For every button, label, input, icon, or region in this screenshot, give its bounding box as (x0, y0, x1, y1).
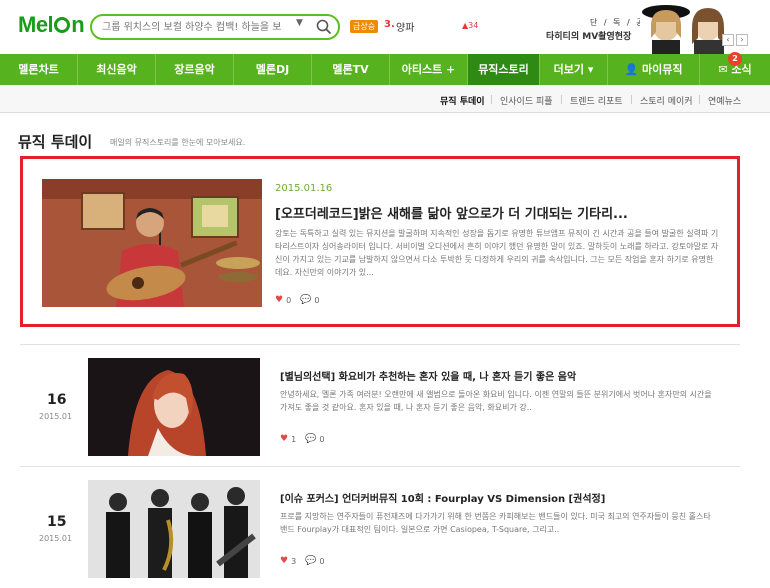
comment-count: 0 (319, 556, 325, 566)
page-title: 뮤직 투데이 (18, 133, 93, 151)
gnb-item-tv[interactable]: 멜론TV (312, 54, 390, 85)
lnb-item-trend-report[interactable]: 트렌드 리포트 (570, 94, 623, 107)
gnb-item-artist[interactable]: 아티스트 + (390, 54, 468, 85)
list-item[interactable]: 16 2015.01 [별님의선택] 화요비가 추천하는 혼자 있을 때, 나 … (20, 348, 740, 466)
story-summary: 프로를 지망하는 연주자들이 퓨전재즈에 다가가기 위해 한 번쯤은 카피해보는… (280, 512, 711, 534)
realtime-rank-change: ▲34 (462, 21, 479, 30)
realtime-keyword-link[interactable]: 양파 (396, 19, 414, 34)
story-meta: ♥ 3 💬 0 (280, 556, 324, 566)
gnb-item-dj[interactable]: 멜론DJ (234, 54, 312, 85)
melon-logo[interactable]: Mel n (18, 12, 85, 38)
lnb-divider (631, 95, 632, 104)
lnb-item-inside-people[interactable]: 인사이드 피플 (500, 94, 553, 107)
search-icon[interactable] (316, 19, 332, 35)
story-thumbnail[interactable] (88, 480, 260, 578)
list-item[interactable]: 15 2015.01 [이슈 포커스] 언더커버뮤직 10회 : Fourpla… (20, 470, 740, 588)
featured-meta: ♥ 0 💬 0 (275, 295, 319, 305)
promo-next-button[interactable]: › (736, 34, 748, 46)
comment-icon[interactable]: 💬 (305, 556, 316, 566)
lnb-divider (561, 95, 562, 104)
promo-artist-image[interactable] (640, 2, 738, 54)
featured-title-link[interactable]: [오프더레코드]밝은 새해를 닮아 앞으로가 더 기대되는 기타리... (275, 203, 725, 222)
comment-count: 0 (314, 295, 320, 305)
like-count: 0 (286, 295, 292, 305)
story-year-month: 2015.01 (39, 534, 73, 543)
story-meta: ♥ 1 💬 0 (280, 434, 324, 444)
lnb-divider (699, 95, 700, 104)
lnb-item-entertainment-news[interactable]: 연예뉴스 (708, 94, 741, 107)
comment-count: 0 (319, 434, 325, 444)
news-count-badge: 2 (728, 52, 742, 66)
story-title-link[interactable]: [별님의선택] 화요비가 추천하는 혼자 있을 때, 나 혼자 듣기 좋은 음악 (280, 368, 576, 383)
search-dropdown-icon[interactable]: ▼ (296, 18, 303, 28)
realtime-rank-number: 3. (384, 19, 395, 30)
heart-icon[interactable]: ♥ (280, 434, 288, 444)
promo-pager: ‹ › (722, 34, 748, 46)
main-navigation: 멜론차트 최신음악 장르음악 멜론DJ 멜론TV 아티스트 + 뮤직스토리 더보… (0, 52, 770, 85)
comment-icon[interactable]: 💬 (300, 295, 311, 305)
gnb-item-chart[interactable]: 멜론차트 (0, 54, 78, 85)
search-box: ▼ (90, 14, 340, 40)
like-count: 3 (291, 556, 297, 566)
promo-prev-button[interactable]: ‹ (722, 34, 734, 46)
story-day: 15 (47, 514, 67, 530)
lnb-item-music-today[interactable]: 뮤직 투데이 (440, 94, 485, 107)
story-title-link[interactable]: [이슈 포커스] 언더커버뮤직 10회 : Fourplay VS Dimens… (280, 490, 605, 505)
gnb-item-more[interactable]: 더보기 ▾ (540, 54, 608, 85)
list-divider (20, 344, 740, 345)
heart-icon[interactable]: ♥ (275, 295, 283, 305)
story-day: 16 (47, 392, 67, 408)
heart-icon[interactable]: ♥ (280, 556, 288, 566)
story-year-month: 2015.01 (39, 412, 73, 421)
story-thumbnail[interactable] (88, 358, 260, 456)
featured-thumbnail[interactable] (42, 179, 262, 307)
featured-story[interactable]: 2015.01.16 [오프더레코드]밝은 새해를 닮아 앞으로가 더 기대되는… (20, 156, 740, 327)
gnb-item-genre[interactable]: 장르음악 (156, 54, 234, 85)
lnb-divider (491, 95, 492, 104)
lnb-item-story-maker[interactable]: 스토리 메이커 (640, 94, 693, 107)
promo-title-link[interactable]: 타히티의 MV촬영현장 (546, 29, 631, 42)
list-divider (20, 466, 740, 467)
realtime-rising-badge: 급상승 (350, 20, 379, 33)
comment-icon[interactable]: 💬 (305, 434, 316, 444)
featured-date: 2015.01.16 (275, 183, 333, 194)
gnb-item-news[interactable]: ✉ 소식 2 (700, 52, 770, 85)
like-count: 1 (291, 434, 297, 444)
gnb-item-music-story[interactable]: 뮤직스토리 (468, 54, 540, 85)
story-summary: 안녕하세요, 멜론 가족 여러분! 오랜만에 새 앨범으로 돌아온 화요비 입니… (280, 390, 712, 412)
gnb-item-my-music[interactable]: 👤 마이뮤직 (608, 54, 700, 85)
search-input[interactable] (102, 19, 282, 35)
top-bar: Meln ▼ 급상승 3. 양파 ▲34 단 / 독 / 공 / 개 타히티의 … (0, 0, 770, 54)
page-description: 매일의 뮤직스토리를 한눈에 모아보세요. (110, 138, 246, 147)
featured-summary: 강토는 독특하고 실력 있는 뮤지션을 발굴하며 지속적인 성장을 돕기로 유명… (275, 229, 719, 277)
gnb-item-new-music[interactable]: 최신음악 (78, 54, 156, 85)
sub-navigation: 뮤직 투데이 인사이드 피플 트렌드 리포트 스토리 메이커 연예뉴스 (0, 85, 770, 113)
